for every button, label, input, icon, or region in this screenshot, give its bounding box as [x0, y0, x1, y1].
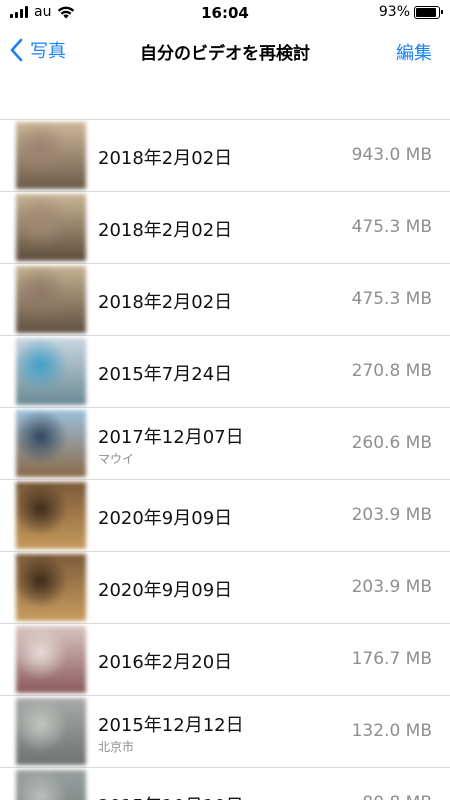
video-thumbnail-image: [16, 626, 86, 693]
video-date: 2020年9月09日: [98, 580, 233, 601]
video-size: 260.6 MB: [351, 433, 432, 453]
video-thumbnail-image: [16, 194, 86, 261]
battery-icon: [414, 5, 443, 19]
video-thumbnail-image: [16, 266, 86, 333]
video-thumbnail[interactable]: [12, 264, 92, 336]
video-date: 2015年7月24日: [98, 364, 233, 385]
video-thumbnail[interactable]: [12, 696, 92, 768]
video-date: 2016年2月20日: [98, 652, 233, 673]
video-size: 80.8 MB: [362, 793, 432, 800]
page-title: 自分のビデオを再検討: [140, 44, 310, 64]
video-date: 2017年12月07日: [98, 427, 244, 448]
video-list: 2018年2月02日 943.0 MB 2018年2月02日 475.3 MB 2018…: [0, 119, 450, 800]
video-location: 北京市: [98, 740, 135, 754]
edit-button[interactable]: 編集: [396, 39, 432, 65]
video-date: 2015年12月12日: [98, 715, 244, 736]
video-row[interactable]: 2018年2月02日 475.3 MB: [0, 264, 450, 336]
video-thumbnail[interactable]: [12, 336, 92, 408]
video-row[interactable]: 2020年9月09日 203.9 MB: [0, 552, 450, 624]
video-date: 2018年2月02日: [98, 292, 233, 313]
video-row[interactable]: 2015年12月12日北京市 132.0 MB: [0, 696, 450, 768]
video-size: 943.0 MB: [351, 145, 432, 165]
video-row[interactable]: 2020年9月09日 203.9 MB: [0, 480, 450, 552]
video-row[interactable]: 2018年2月02日 943.0 MB: [0, 120, 450, 192]
video-row[interactable]: 2018年2月02日 475.3 MB: [0, 192, 450, 264]
video-date: 2018年2月02日: [98, 148, 233, 169]
video-thumbnail[interactable]: [12, 480, 92, 552]
video-size: 176.7 MB: [351, 649, 432, 669]
battery-cap: [441, 10, 443, 14]
video-row[interactable]: 2016年2月20日 176.7 MB: [0, 624, 450, 696]
video-thumbnail[interactable]: [12, 120, 92, 192]
video-date: 2015年10月10日: [98, 792, 244, 800]
navigation-bar: 写真 自分のビデオを再検討 編集: [0, 26, 450, 74]
battery-fill: [416, 7, 437, 17]
video-size: 203.9 MB: [351, 577, 432, 597]
video-thumbnail[interactable]: [12, 192, 92, 264]
battery-percent: 93%: [378, 4, 410, 20]
video-size: 475.3 MB: [351, 217, 432, 237]
video-thumbnail-image: [16, 482, 86, 549]
video-thumbnail-image: [16, 122, 86, 189]
video-thumbnail[interactable]: [12, 624, 92, 696]
video-thumbnail[interactable]: [12, 552, 92, 624]
video-row[interactable]: 2017年12月07日マウイ 260.6 MB: [0, 408, 450, 480]
video-thumbnail[interactable]: [12, 408, 92, 480]
video-size: 475.3 MB: [351, 289, 432, 309]
video-thumbnail-image: [16, 338, 86, 405]
video-thumbnail-image: [16, 770, 86, 800]
video-size: 203.9 MB: [351, 505, 432, 525]
video-thumbnail-image: [16, 554, 86, 621]
video-date: 2020年9月09日: [98, 508, 233, 529]
video-thumbnail-image: [16, 410, 86, 477]
video-row[interactable]: 2015年10月10日 80.8 MB: [0, 768, 450, 800]
video-row[interactable]: 2015年7月24日 270.8 MB: [0, 336, 450, 408]
video-thumbnail[interactable]: [12, 768, 92, 800]
video-date: 2018年2月02日: [98, 220, 233, 241]
video-thumbnail-image: [16, 698, 86, 765]
video-size: 270.8 MB: [351, 361, 432, 381]
status-bar: au 16:04 93%: [0, 0, 450, 26]
video-size: 132.0 MB: [351, 721, 432, 741]
status-right: 93%: [378, 4, 443, 20]
video-location: マウイ: [98, 452, 135, 466]
